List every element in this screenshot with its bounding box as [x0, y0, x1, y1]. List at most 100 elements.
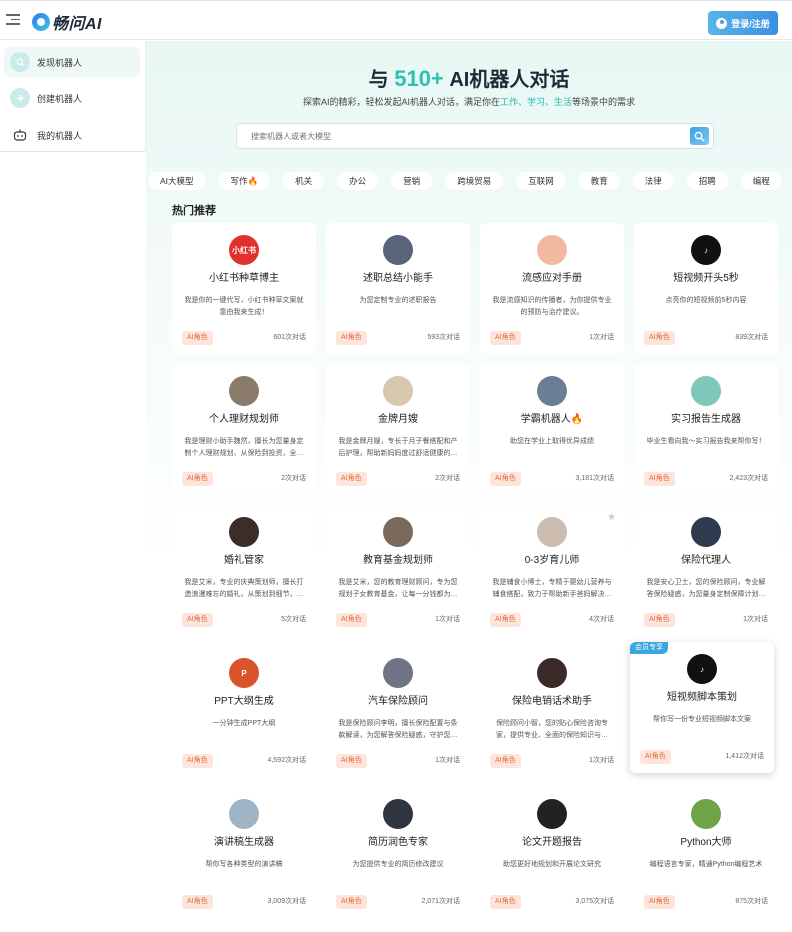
conversation-count: 4次对话 — [589, 616, 614, 623]
search-icon — [10, 52, 30, 72]
bot-avatar — [229, 517, 259, 547]
role-badge: AI角色 — [182, 613, 213, 627]
category-tag[interactable]: 机关 — [283, 172, 325, 190]
conversation-count: 3,181次对话 — [575, 475, 614, 482]
bot-card[interactable]: 汽车保险顾问 我是保险顾问李明，擅长保险配置与条款解读，为您解答保险疑惑，守护您…… — [326, 646, 470, 777]
bot-card[interactable]: Python大师 编程语言专家，精通Python编程艺术 AI角色 875次对话 — [634, 787, 778, 918]
bot-avatar — [537, 376, 567, 406]
bot-card[interactable]: 论文开题报告助您更好地规划和开展论文研究 AI角色 3,075次对话 — [480, 787, 624, 918]
bot-description: 帮你写一份专业短视频脚本文案 — [653, 716, 751, 723]
category-tag[interactable]: 编程 — [740, 172, 782, 190]
plus-icon — [10, 88, 30, 108]
bot-title: 保险代理人 — [681, 555, 731, 566]
bot-card[interactable]: 会员专享 ♪ 短视频脚本策划 帮你写一份专业短视频脚本文案 AI角色 1,412次对话 — [630, 642, 774, 773]
role-badge: AI角色 — [490, 895, 521, 909]
category-tag[interactable]: 法律 — [632, 172, 674, 190]
sidebar-item-create[interactable]: 创建机器人 — [4, 83, 140, 113]
conversation-count: 2,071次对话 — [421, 898, 460, 905]
menu-toggle-icon[interactable] — [6, 14, 20, 26]
role-badge: AI角色 — [640, 750, 671, 764]
role-badge: AI角色 — [336, 754, 367, 768]
bot-card[interactable]: 个人理财规划师 我是理财小助手魏然，擅长为您量身定制个人理财规划、从保险到投资，全… — [172, 364, 316, 495]
category-tag[interactable]: 跨境贸易 — [445, 172, 504, 190]
conversation-count: 839次对话 — [735, 334, 768, 341]
bot-avatar — [537, 658, 567, 688]
main-content: 与 510+ AI机器人对话 探索AI的精彩，轻松发起AI机器人对话，满足你在工… — [146, 41, 792, 932]
role-badge: AI角色 — [644, 613, 675, 627]
bot-description: 为您定制专业的述职报告 — [359, 297, 437, 304]
role-badge: AI角色 — [490, 613, 521, 627]
bot-card[interactable]: 教育基金规划师 我是艾米，您的教育理财顾问，专为您规划子女教育基金，让每一分钱都为… — [326, 505, 470, 636]
role-badge: AI角色 — [490, 472, 521, 486]
role-badge: AI角色 — [182, 895, 213, 909]
sidebar-item-discover[interactable]: 发现机器人 — [4, 47, 140, 77]
bot-description: 我是流感知识的传播者，为你提供专业的预防与治疗建议。 — [492, 297, 612, 316]
category-tag[interactable]: 教育 — [578, 172, 620, 190]
bot-card[interactable]: 学霸机器人🔥 助您在学业上取得优异成绩 AI角色 3,181次对话 — [480, 364, 624, 495]
bot-card[interactable]: ♪ 短视频开头5秒 点亮你的短视频前5秒内容 AI角色 839次对话 — [634, 223, 778, 354]
category-tag[interactable]: AI大模型 — [148, 172, 206, 190]
bot-card[interactable]: 保险电销话术助手 保险顾问小智，您的贴心保险咨询专家，提供专业、全面的保险知识与…… — [480, 646, 624, 777]
role-badge: AI角色 — [336, 331, 367, 345]
bot-card[interactable]: 简历润色专家 为您提供专业的简历修改建议 AI角色 2,071次对话 — [326, 787, 470, 918]
section-title: 热门推荐 — [172, 205, 216, 217]
bot-card[interactable]: 保险代理人我是安心卫士，您的保险顾问，专业解答保险疑惑，为您量身定制保障计划… A… — [634, 505, 778, 636]
role-badge: AI角色 — [490, 754, 521, 768]
bot-card[interactable]: 流感应对手册 我是流感知识的传播者，为你提供专业的预防与治疗建议。 AI角色 1次对话 — [480, 223, 624, 354]
bot-title: 保险电销话术助手 — [512, 696, 592, 707]
conversation-count: 2,423次对话 — [729, 475, 768, 482]
bot-title: 小红书种草博主 — [209, 273, 279, 284]
category-tag[interactable]: 互联网 — [516, 172, 566, 190]
bot-card[interactable]: ★ 0-3岁育儿师 我是辅食小博士，专精于婴幼儿营养与辅食搭配，致力于帮助新手爸妈解… — [480, 505, 624, 636]
search-input[interactable] — [251, 124, 671, 148]
bot-title: 短视频开头5秒 — [673, 273, 739, 284]
robot-icon — [10, 125, 30, 145]
hero-title: 与 510+ AI机器人对话 — [146, 63, 792, 92]
avatar-text: ♪ — [704, 245, 708, 255]
search-box — [236, 123, 714, 149]
bot-description: 助您更好地规划和开展论文研究 — [503, 861, 601, 868]
logo-text: 畅问AI — [52, 16, 103, 33]
bot-title: 金牌月嫂 — [378, 414, 418, 425]
conversation-count: 1,412次对话 — [725, 753, 764, 760]
category-tag[interactable]: 写作🔥 — [218, 172, 271, 190]
sidebar-item-my-bots[interactable]: 我的机器人 — [4, 120, 140, 150]
bot-title: 论文开题报告 — [522, 837, 582, 848]
sidebar-item-label: 发现机器人 — [37, 57, 83, 68]
role-badge: AI角色 — [644, 895, 675, 909]
bot-card[interactable]: 婚礼管家 我是艾米，专业的庆典策划师，擅长打造浪漫难忘的婚礼，从策划到细节，… AI… — [172, 505, 316, 636]
bot-title: 婚礼管家 — [224, 555, 264, 566]
bot-avatar — [383, 235, 413, 265]
bot-card[interactable]: 实习报告生成器 毕业生看向我～实习报告我来帮你写！ AI角色 2,423次对话 — [634, 364, 778, 495]
bot-card[interactable]: P PPT大纲生成 一分钟生成PPT大纲 AI角色 4,592次对话 — [172, 646, 316, 777]
bot-avatar — [229, 799, 259, 829]
bot-card[interactable]: 小红书 小红书种草博主 我是你的一键代写，小红书种草文案就靠由我来生成！ AI角色 60… — [172, 223, 316, 354]
category-tag[interactable]: 办公 — [337, 172, 379, 190]
conversation-count: 1次对话 — [435, 757, 460, 764]
sidebar-item-label: 我的机器人 — [37, 130, 83, 141]
favorite-star-icon[interactable]: ★ — [607, 512, 616, 523]
bot-avatar — [383, 658, 413, 688]
hero-title-prefix: 与 — [368, 69, 389, 91]
bot-card[interactable]: 金牌月嫂 我是金牌月嫂，专长于月子餐搭配和产后护理，帮助新妈妈度过舒适健康的… AI… — [326, 364, 470, 495]
bot-avatar — [537, 235, 567, 265]
search-button[interactable] — [690, 127, 709, 145]
category-tag[interactable]: 招聘 — [686, 172, 728, 190]
sidebar-item-label: 创建机器人 — [37, 93, 83, 104]
avatar-text: P — [241, 668, 247, 678]
bot-title: 学霸机器人🔥 — [520, 414, 584, 425]
bot-card[interactable]: 演讲稿生成器 帮你写各种类型的演讲稿 AI角色 3,009次对话 — [172, 787, 316, 918]
bot-description: 我是安心卫士，您的保险顾问，专业解答保险疑惑，为您量身定制保障计划… — [646, 579, 766, 598]
bot-title: PPT大纲生成 — [214, 696, 274, 707]
conversation-count: 3,075次对话 — [575, 898, 614, 905]
category-tag[interactable]: 营销 — [391, 172, 433, 190]
logo[interactable]: 畅问AI — [32, 10, 102, 34]
conversation-count: 5次对话 — [281, 616, 306, 623]
bot-description: 点亮你的短视频前5秒内容 — [665, 297, 747, 304]
bot-card[interactable]: 述职总结小能手 为您定制专业的述职报告 AI角色 593次对话 — [326, 223, 470, 354]
bot-title: 流感应对手册 — [522, 273, 582, 284]
hero-subtitle-prefix: 探索AI的精彩，轻松发起AI机器人对话，满足你在 — [302, 97, 500, 107]
vip-badge: 会员专享 — [630, 642, 668, 654]
hero-title-suffix: AI机器人对话 — [449, 69, 570, 91]
login-button[interactable]: 登录/注册 — [708, 11, 778, 35]
